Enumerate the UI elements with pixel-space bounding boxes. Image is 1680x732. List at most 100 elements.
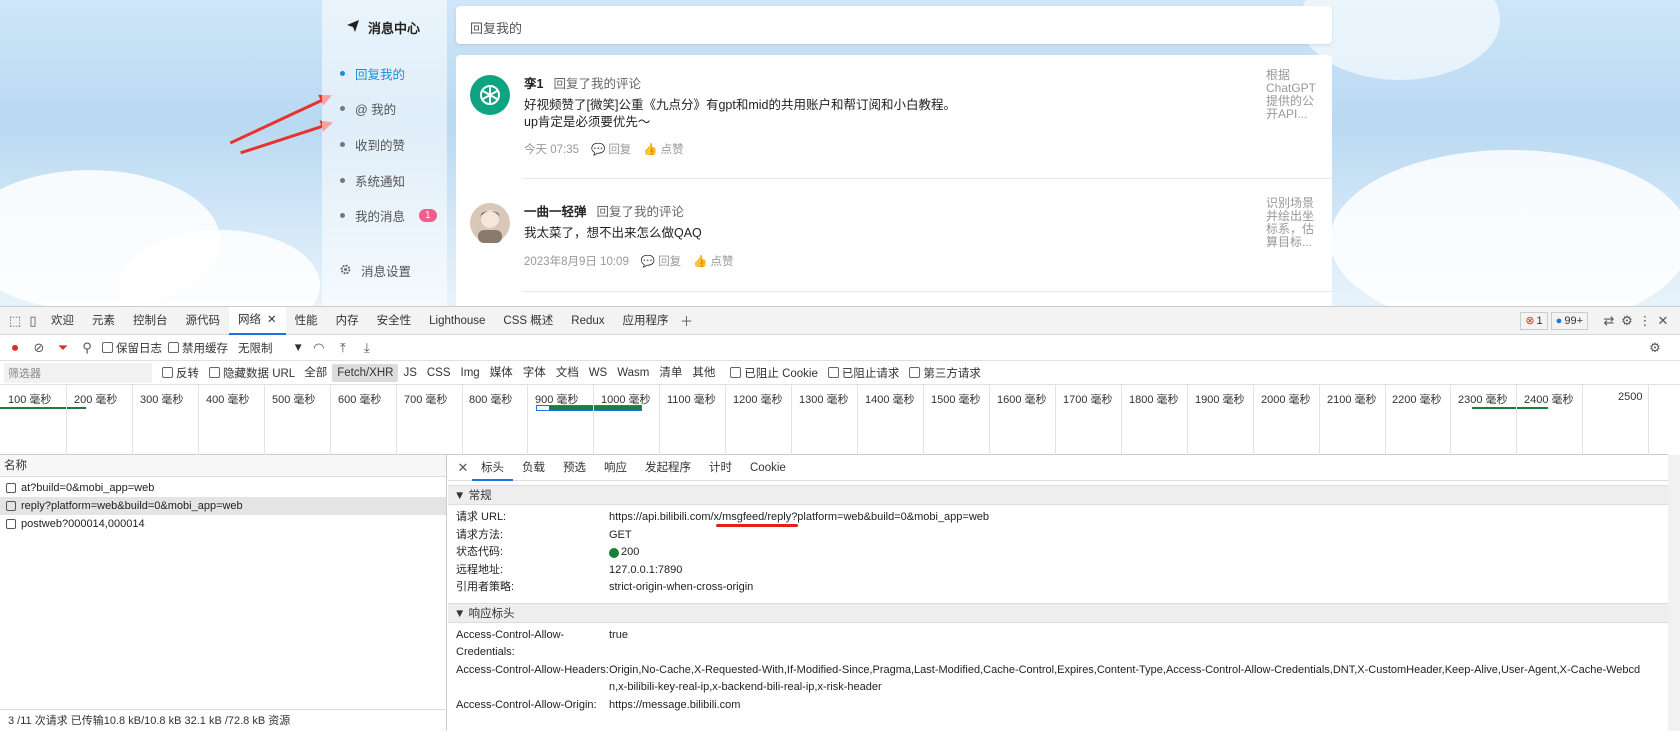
search-icon[interactable]: ⚲ [78, 339, 96, 357]
close-devtools-icon[interactable]: ✕ [1654, 312, 1672, 330]
disable-cache-checkbox[interactable]: 禁用缓存 [168, 340, 228, 356]
record-stop-icon[interactable]: ⏺ [6, 339, 24, 357]
reply-list: 孪1 回复了我的评论 好视频赞了[微笑]公重《九点分》有gpt和mid的共用账户和… [456, 55, 1332, 306]
tab-timing[interactable]: 计时 [700, 455, 741, 481]
message-settings-link[interactable]: 消息设置 [340, 261, 411, 280]
more-tabs-plus-icon[interactable]: ＋ [678, 312, 696, 330]
sidebar-item-likes[interactable]: 收到的赞 [340, 135, 405, 154]
close-icon[interactable]: ✕ [454, 459, 472, 477]
tab-performance[interactable]: 性能 [286, 307, 327, 335]
blocked-cookies-checkbox[interactable]: 已阻止 Cookie [730, 365, 818, 381]
user-name[interactable]: 孪1 [524, 77, 543, 91]
referrer-policy-row: 引用者策略: strict-origin-when-cross-origin [456, 581, 754, 593]
tab-initiator[interactable]: 发起程序 [636, 455, 700, 481]
tab-console[interactable]: 控制台 [124, 307, 177, 335]
sidebar-item-system[interactable]: 系统通知 [340, 171, 405, 190]
kebab-menu-icon[interactable]: ⋮ [1636, 312, 1654, 330]
like-button[interactable]: 👍 点赞 [693, 253, 733, 269]
inspect-element-icon[interactable]: ⬚ [6, 312, 24, 330]
download-icon[interactable]: ⤓ [358, 339, 376, 357]
sidebar-item-reply[interactable]: 回复我的 [340, 64, 405, 83]
filter-funnel-icon[interactable]: ⏷ [54, 339, 72, 357]
filter-type-all[interactable]: 全部 [299, 364, 332, 382]
filter-type-css[interactable]: CSS [422, 364, 456, 382]
preserve-log-checkbox[interactable]: 保留日志 [102, 340, 162, 356]
thumbs-up-icon: 👍 [643, 144, 658, 156]
request-url-value[interactable]: https://api.bilibili.com/x/msgfeed/reply… [609, 509, 989, 527]
filter-type-font[interactable]: 字体 [518, 364, 551, 382]
tab-redux[interactable]: Redux [562, 307, 613, 335]
original-comment-preview[interactable]: 识别场景并绘出坐标系，估算目标... [1266, 197, 1322, 249]
tab-lighthouse[interactable]: Lighthouse [420, 307, 494, 335]
reply-button[interactable]: 💬 回复 [591, 141, 631, 157]
tab-sources[interactable]: 源代码 [177, 307, 230, 335]
close-icon[interactable]: ✕ [267, 306, 277, 334]
upload-icon[interactable]: ⤒ [334, 339, 352, 357]
filter-type-ws[interactable]: WS [584, 364, 613, 382]
name-column-header[interactable]: 名称 [0, 455, 446, 477]
timeline-tick-label: 1700 毫秒 [1063, 394, 1113, 406]
filter-type-doc[interactable]: 文档 [551, 364, 584, 382]
throttle-select[interactable]: 无限制 ▼ [238, 340, 304, 356]
timeline-tick-label: 2000 毫秒 [1261, 394, 1311, 406]
sidebar-item-my-messages[interactable]: 我的消息 1 [340, 206, 437, 225]
tab-cookies[interactable]: Cookie [741, 455, 795, 481]
connection-icon[interactable]: ⇄ [1600, 312, 1618, 330]
network-timeline[interactable]: 100 毫秒 200 毫秒 300 毫秒 400 毫秒 500 毫秒 600 毫秒 700 … [0, 385, 1668, 455]
filter-type-media[interactable]: 媒体 [485, 364, 518, 382]
action-text: 回复了我的评论 [596, 205, 685, 219]
third-party-checkbox[interactable]: 第三方请求 [909, 365, 981, 381]
blocked-requests-checkbox[interactable]: 已阻止请求 [827, 365, 899, 381]
tab-welcome[interactable]: 欢迎 [42, 307, 83, 335]
like-button[interactable]: 👍 点赞 [643, 141, 683, 157]
tab-css-overview[interactable]: CSS 概述 [494, 307, 562, 335]
error-count[interactable]: ⊗ 1 [1520, 311, 1548, 330]
avatar[interactable] [470, 203, 510, 243]
table-row[interactable]: postweb?000014,000014 [0, 515, 446, 533]
clear-icon[interactable]: ⊘ [30, 339, 48, 357]
sidebar-item-at[interactable]: @ 我的 [340, 99, 396, 118]
invert-checkbox[interactable]: 反转 [162, 365, 199, 381]
device-toolbar-icon[interactable]: ▯ [24, 312, 42, 330]
timeline-tick-label: 1800 毫秒 [1129, 394, 1179, 406]
filter-type-manifest[interactable]: 清单 [654, 364, 687, 382]
timeline-gridline [989, 385, 990, 455]
avatar[interactable] [470, 75, 510, 115]
user-name[interactable]: 一曲一轻弹 [524, 205, 587, 219]
timeline-tick-label: 900 毫秒 [535, 394, 579, 406]
tab-security[interactable]: 安全性 [368, 307, 421, 335]
tab-preview[interactable]: 预选 [554, 455, 595, 481]
panel-title: 回复我的 [456, 6, 1332, 44]
timeline-bar [0, 407, 86, 409]
response-headers-section-header[interactable]: ▼ 响应标头 [448, 602, 1668, 623]
filter-type-img[interactable]: Img [456, 364, 485, 382]
general-section-header[interactable]: ▼ 常规 [448, 485, 1668, 505]
wifi-settings-icon[interactable]: ◠ [310, 339, 328, 357]
timeline-tick-label: 1500 毫秒 [931, 394, 981, 406]
tab-headers[interactable]: 标头 [472, 455, 513, 481]
tab-network[interactable]: 网络 ✕ [229, 306, 286, 335]
tab-payload[interactable]: 负载 [513, 455, 554, 481]
filter-type-fetch-xhr[interactable]: Fetch/XHR [332, 363, 399, 382]
tab-memory[interactable]: 内存 [327, 307, 368, 335]
tab-application[interactable]: 应用程序 [614, 307, 678, 335]
filter-input[interactable]: 筛选器 [4, 362, 152, 383]
table-row[interactable]: at?build=0&mobi_app=web [0, 479, 446, 497]
table-row[interactable]: reply?platform=web&build=0&mobi_app=web [0, 497, 446, 515]
network-settings-gear-icon[interactable]: ⚙ [1646, 339, 1664, 357]
filter-type-js[interactable]: JS [398, 364, 421, 382]
timeline-tick-label: 1600 毫秒 [997, 394, 1047, 406]
reply-button[interactable]: 💬 回复 [641, 253, 681, 269]
timeline-gridline [1253, 385, 1254, 455]
filter-type-wasm[interactable]: Wasm [612, 364, 654, 382]
scrollbar[interactable] [1668, 455, 1680, 731]
original-comment-preview[interactable]: 根据ChatGPT提供的公开API... [1266, 69, 1322, 121]
tab-response[interactable]: 响应 [595, 455, 636, 481]
reply-content: 好视频赞了[微笑]公重《九点分》有gpt和mid的共用账户和帮订阅和小白教程。 u… [524, 98, 956, 129]
issues-count[interactable]: ● 99+ [1550, 311, 1588, 330]
filter-type-other[interactable]: 其他 [687, 364, 720, 382]
settings-gear-icon[interactable]: ⚙ [1618, 312, 1636, 330]
tab-elements[interactable]: 元素 [83, 307, 124, 335]
timeline-gridline [1121, 385, 1122, 455]
hide-data-url-checkbox[interactable]: 隐藏数据 URL [209, 365, 295, 381]
